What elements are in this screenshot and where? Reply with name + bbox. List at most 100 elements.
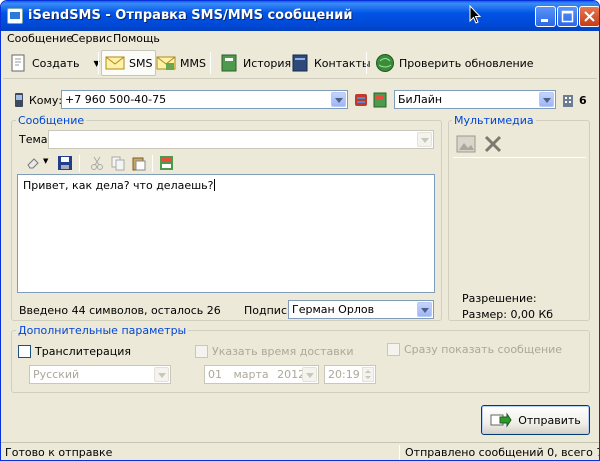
- mms-envelope-icon: [156, 56, 176, 70]
- resolution-label: Разрешение:: [462, 292, 537, 305]
- create-button[interactable]: Создать ▼: [5, 50, 103, 76]
- menu-bar: Сообщение Сервис Помощь: [1, 31, 599, 46]
- picture-icon[interactable]: [456, 134, 476, 154]
- toolbar-separator: [366, 52, 367, 74]
- recipient-dropdown-arrow[interactable]: [331, 92, 346, 107]
- maximize-icon: [561, 10, 574, 23]
- copy-icon[interactable]: [110, 155, 126, 171]
- globe-update-icon: [376, 54, 394, 72]
- toolbar-separator: [210, 52, 211, 74]
- text-caret: [213, 179, 215, 191]
- language-dropdown-arrow[interactable]: [154, 367, 169, 382]
- operator-combobox[interactable]: БиЛайн: [394, 90, 556, 109]
- history-label: История: [243, 56, 292, 70]
- app-icon: [7, 8, 23, 24]
- recipient-combobox[interactable]: +7 960 500-40-75: [61, 90, 348, 109]
- mouse-cursor-icon: [469, 5, 481, 24]
- title-bar: iSendSMS - Отправка SMS/MMS сообщений: [1, 1, 599, 31]
- toolbar-separator: [98, 52, 99, 74]
- multimedia-divider: [453, 157, 586, 158]
- date-day: 01: [208, 368, 222, 381]
- topic-combobox[interactable]: [48, 130, 434, 149]
- address-book-icon: [292, 54, 308, 72]
- contact-list-icon[interactable]: [372, 92, 388, 108]
- multimedia-legend: Мультимедиа: [452, 114, 536, 127]
- edit-separator: [152, 155, 153, 172]
- time-spin-buttons[interactable]: [362, 367, 374, 382]
- send-button[interactable]: Отправить: [481, 405, 590, 435]
- recipient-value: +7 960 500-40-75: [65, 93, 167, 106]
- menu-service[interactable]: Сервис: [71, 32, 112, 45]
- date-year: 2012: [277, 368, 306, 381]
- extra-params-legend: Дополнительные параметры: [16, 324, 189, 337]
- topic-label: Тема:: [19, 133, 52, 146]
- show-now-label: Сразу показать сообщение: [404, 343, 563, 356]
- toolbar: Создать ▼ SMS MMS История Контакты Прове…: [3, 47, 597, 79]
- send-label: Отправить: [518, 413, 581, 427]
- window-title: iSendSMS - Отправка SMS/MMS сообщений: [28, 8, 353, 23]
- sms-button[interactable]: SMS: [101, 50, 157, 76]
- signature-value: Герман Орлов: [292, 303, 375, 316]
- status-bar: Готово к отправке Отправлено сообщений 0…: [1, 442, 600, 460]
- check-update-label: Проверить обновление: [399, 56, 534, 70]
- sms-label: SMS: [129, 56, 153, 70]
- template-icon[interactable]: [159, 155, 175, 171]
- signature-dropdown-arrow[interactable]: [417, 302, 432, 317]
- paste-icon[interactable]: [131, 155, 147, 171]
- contacts-label: Контакты: [314, 56, 371, 70]
- history-button[interactable]: История: [216, 50, 294, 76]
- date-dropdown-arrow[interactable]: [302, 367, 317, 382]
- history-book-icon: [221, 54, 237, 72]
- close-icon: [584, 11, 595, 22]
- message-textarea[interactable]: Привет, как дела? что делаешь?: [17, 174, 435, 293]
- sent-count-text: Отправлено сообщений 0, всего 7: [405, 446, 600, 459]
- date-month: марта: [233, 368, 269, 381]
- signature-label: Подпись: [244, 304, 294, 317]
- delivery-date-picker[interactable]: 01 марта 2012: [204, 365, 319, 384]
- save-disk-icon[interactable]: [57, 155, 73, 171]
- sms-parts-count: 6: [579, 94, 587, 107]
- status-text: Готово к отправке: [5, 446, 113, 459]
- recipient-label: Кому:: [29, 94, 63, 107]
- size-label: Размер: 0,00 Кб: [462, 308, 554, 321]
- delete-x-icon[interactable]: [483, 134, 503, 154]
- menu-help[interactable]: Помощь: [113, 32, 160, 45]
- delivery-time-spinner[interactable]: 20:19: [324, 365, 376, 384]
- translit-checkbox[interactable]: [18, 345, 31, 358]
- edit-separator: [79, 155, 80, 172]
- minimize-button[interactable]: [535, 6, 556, 27]
- contacts-button[interactable]: Контакты: [287, 50, 374, 76]
- mms-button[interactable]: MMS: [153, 50, 209, 76]
- envelope-icon: [105, 56, 125, 70]
- signature-combobox[interactable]: Герман Орлов: [288, 300, 434, 319]
- translit-label: Транслитерация: [35, 345, 132, 358]
- cut-icon[interactable]: [89, 155, 105, 171]
- create-label: Создать: [32, 56, 80, 70]
- new-document-icon: [11, 54, 25, 72]
- message-legend: Сообщение: [16, 114, 87, 127]
- language-value: Русский: [33, 368, 80, 381]
- time-value: 20:19: [328, 368, 360, 381]
- minimize-icon: [541, 19, 548, 22]
- delivery-time-checkbox[interactable]: [195, 345, 208, 358]
- close-button[interactable]: [579, 6, 599, 27]
- phone-icon: [15, 93, 23, 107]
- show-now-checkbox[interactable]: [387, 343, 400, 356]
- app-window: iSendSMS - Отправка SMS/MMS сообщений Со…: [0, 0, 600, 461]
- chevron-down-icon[interactable]: ▼: [43, 157, 48, 165]
- eraser-icon[interactable]: [25, 155, 41, 171]
- maximize-button[interactable]: [557, 6, 578, 27]
- operator-dropdown-arrow[interactable]: [539, 92, 554, 107]
- topic-dropdown-arrow[interactable]: [417, 132, 432, 147]
- menu-message[interactable]: Сообщение: [7, 32, 73, 45]
- spin-arrows-icon: [365, 370, 371, 379]
- delivery-time-label: Указать время доставки: [212, 345, 354, 358]
- operator-value: БиЛайн: [398, 93, 443, 106]
- check-update-button[interactable]: Проверить обновление: [372, 50, 537, 76]
- address-book-small-icon[interactable]: [353, 92, 369, 108]
- building-icon: [563, 95, 573, 107]
- character-counter: Введено 44 символов, осталось 26: [19, 304, 221, 317]
- language-combobox[interactable]: Русский: [29, 365, 171, 384]
- status-divider: [399, 445, 400, 460]
- mms-label: MMS: [180, 56, 206, 70]
